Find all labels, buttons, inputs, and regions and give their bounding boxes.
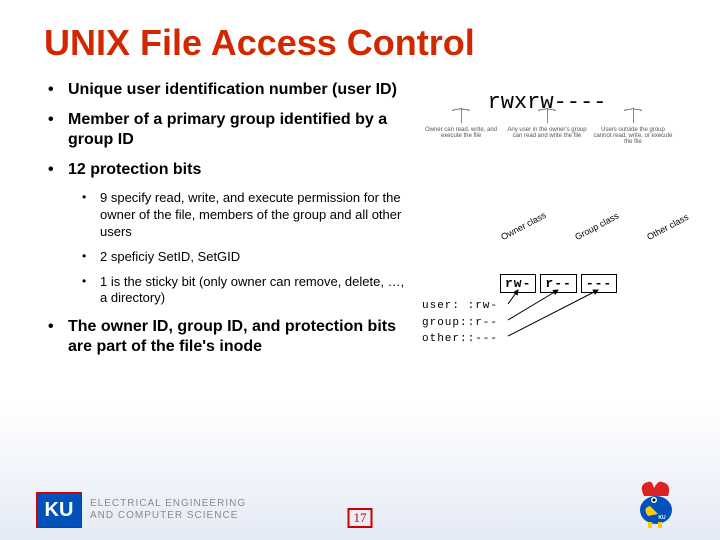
owner-perm-box: rw- [500,274,536,293]
permission-descriptions: Owner can read, write, and execute the f… [418,127,676,145]
bullet-item: Member of a primary group identified by … [44,110,414,150]
bullet-text: 12 protection bits [68,161,201,178]
bullet-item: 12 protection bits 9 specify read, write… [44,160,414,307]
sub-bullet-item: 1 is the sticky bit (only owner can remo… [68,274,414,308]
bullet-item: The owner ID, group ID, and protection b… [44,317,414,357]
department-name: ELECTRICAL ENGINEERING AND COMPUTER SCIE… [90,498,246,522]
content-area: Unique user identification number (user … [44,80,676,372]
slide-title: UNIX File Access Control [44,22,676,64]
sub-bullet-item: 9 specify read, write, and execute permi… [68,190,414,241]
dept-line2: AND COMPUTER SCIENCE [90,510,246,522]
class-labels: Owner class Group class Other class [504,232,695,242]
brace-icon: ⏟ [538,111,720,125]
sub-bullet-item: 2 speficiy SetID, SetGID [68,249,414,266]
svg-text:KU: KU [658,515,666,521]
owner-class-label: Owner class [499,210,547,242]
sub-bullet-list: 9 specify read, write, and execute permi… [68,190,414,307]
acl-other-line: other::--- [422,331,498,348]
image-column: rwxrw---- ⏟ ⏟ ⏟ Owner can read, write, a… [418,80,676,372]
permission-boxes: rw- r-- --- [500,274,617,293]
group-class-label: Group class [573,211,620,242]
acl-user-line: user: :rw- [422,298,498,315]
permission-string-diagram: rwxrw---- ⏟ ⏟ ⏟ Owner can read, write, a… [418,86,676,206]
bullet-item: Unique user identification number (user … [44,80,414,100]
other-desc: Users outside the group cannot read, wri… [590,127,676,145]
slide: UNIX File Access Control Unique user ide… [0,0,720,540]
ku-branding: KU ELECTRICAL ENGINEERING AND COMPUTER S… [36,492,246,528]
group-desc: Any user in the owner's group can read a… [504,127,590,145]
other-perm-box: --- [581,274,617,293]
ku-logo: KU [36,492,82,528]
jayhawk-mascot-icon: KU [628,476,684,528]
text-column: Unique user identification number (user … [44,80,414,372]
bullet-list: Unique user identification number (user … [44,80,414,357]
owner-desc: Owner can read, write, and execute the f… [418,127,504,145]
acl-group-line: group::r-- [422,315,498,332]
other-class-label: Other class [645,212,690,242]
group-perm-box: r-- [540,274,576,293]
acl-text-lines: user: :rw- group::r-- other::--- [422,298,498,348]
page-number: 17 [348,508,373,528]
acl-diagram: Owner class Group class Other class rw- … [418,232,676,372]
dept-line1: ELECTRICAL ENGINEERING [90,498,246,510]
